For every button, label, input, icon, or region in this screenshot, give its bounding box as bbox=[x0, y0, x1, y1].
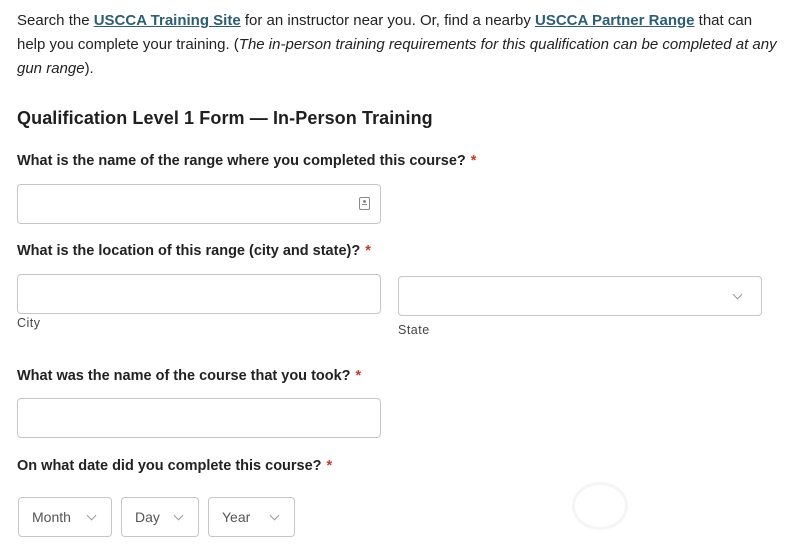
city-sublabel: City bbox=[17, 316, 41, 330]
month-select-label: Month bbox=[32, 509, 71, 525]
chevron-down-icon bbox=[269, 510, 280, 521]
intro-text-2: for an instructor near you. Or, find a n… bbox=[240, 12, 536, 29]
day-select-label: Day bbox=[135, 509, 160, 525]
chevron-down-icon bbox=[173, 510, 184, 521]
range-name-label: What is the name of the range where you … bbox=[17, 153, 466, 169]
range-name-input[interactable] bbox=[17, 184, 381, 224]
year-select-label: Year bbox=[222, 509, 251, 525]
completion-date-question: On what date did you complete this cours… bbox=[17, 458, 332, 474]
course-name-label: What was the name of the course that you… bbox=[17, 368, 351, 384]
range-location-label: What is the location of this range (city… bbox=[17, 243, 361, 259]
year-select[interactable]: Year bbox=[208, 497, 295, 537]
form-title: Qualification Level 1 Form — In-Person T… bbox=[17, 108, 433, 128]
state-select[interactable] bbox=[398, 276, 762, 316]
contact-card-icon[interactable] bbox=[359, 197, 370, 210]
partner-range-link[interactable]: USCCA Partner Range bbox=[535, 12, 694, 29]
completion-date-label: On what date did you complete this cours… bbox=[17, 458, 322, 474]
day-select[interactable]: Day bbox=[121, 497, 199, 537]
month-select[interactable]: Month bbox=[18, 497, 112, 537]
intro-text-4: ). bbox=[84, 60, 94, 77]
course-name-input[interactable] bbox=[17, 398, 381, 438]
course-name-question: What was the name of the course that you… bbox=[17, 368, 361, 384]
required-asterisk: * bbox=[355, 368, 362, 384]
required-asterisk: * bbox=[365, 243, 371, 259]
city-input[interactable] bbox=[17, 274, 381, 314]
watermark-logo bbox=[572, 478, 772, 530]
required-asterisk: * bbox=[326, 458, 333, 474]
intro-text-1: Search the bbox=[17, 12, 94, 29]
required-asterisk: * bbox=[470, 153, 477, 169]
watermark-emblem-icon bbox=[572, 482, 628, 530]
training-site-link[interactable]: USCCA Training Site bbox=[94, 12, 241, 29]
intro-text: Search the USCCA Training Site for an in… bbox=[17, 9, 777, 81]
range-location-question: What is the location of this range (city… bbox=[17, 243, 371, 259]
chevron-down-icon bbox=[86, 510, 97, 521]
range-name-question: What is the name of the range where you … bbox=[17, 153, 476, 169]
state-sublabel: State bbox=[398, 323, 430, 337]
chevron-down-icon bbox=[732, 289, 743, 300]
